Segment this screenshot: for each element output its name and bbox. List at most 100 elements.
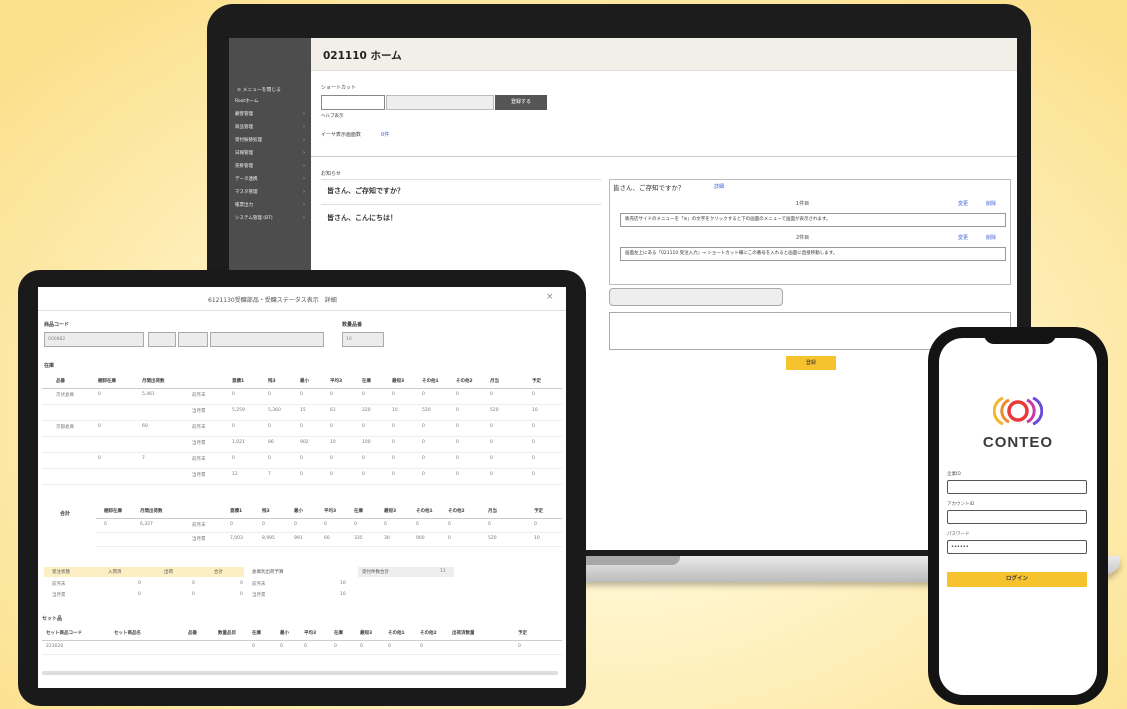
- column-header: 月当: [490, 379, 499, 384]
- table-cell: 0: [280, 644, 283, 649]
- column-header: セット商品コード: [46, 631, 82, 636]
- sidebar-item-root[interactable]: Rootホーム: [235, 98, 259, 104]
- sidebar-item-customers[interactable]: 顧客管理: [235, 111, 253, 117]
- table-cell: 0: [232, 392, 235, 397]
- sidebar-item-reports[interactable]: 帳票出力: [235, 202, 253, 208]
- chevron-icon: ›: [303, 215, 305, 221]
- help-text: ヘルプ表示: [321, 114, 344, 119]
- table-cell: 0: [532, 424, 535, 429]
- column-header: 最小: [280, 631, 289, 636]
- table-cell: 60: [324, 536, 330, 541]
- message-detail-panel: 皆さん、ご存知ですか？ 詳細 1件目 変更 削除 販売店サイドのメニューを「≡」…: [609, 179, 1011, 285]
- login-button[interactable]: ログイン: [947, 572, 1087, 587]
- detail-link[interactable]: 詳細: [714, 183, 724, 190]
- table-cell: 0: [362, 424, 365, 429]
- table-cell: 0: [388, 644, 391, 649]
- table-cell: 京都倉庫: [56, 425, 74, 430]
- menu-toggle[interactable]: ≡ メニューを閉じる: [237, 86, 281, 93]
- set-table: セット商品コード セット商品名 品番 数量品目 在庫 最小 平均3 在庫 最短3 その他1 その他2…: [42, 627, 562, 667]
- delete-link[interactable]: 削除: [986, 234, 996, 241]
- table-cell: 0: [518, 644, 521, 649]
- modal-header: 6121130受醸部品・受醸ステータス表示 詳細 ×: [38, 287, 566, 311]
- shortcut-display: [386, 95, 494, 110]
- account-input[interactable]: [947, 510, 1087, 524]
- table-cell: 0: [422, 440, 425, 445]
- table-cell: 0: [416, 522, 419, 527]
- column-header: その他1: [388, 631, 405, 636]
- stock-table: 品番 棚卸在庫 月間出荷数 直積1 残3 最小 平均3 在庫 最短3 その他1 その他2 月当 予定 京伏…: [42, 375, 562, 495]
- delete-link[interactable]: 削除: [986, 200, 996, 207]
- column-header: 予定: [532, 379, 541, 384]
- sidebar-item-transfer[interactable]: 受付振替処理: [235, 137, 262, 143]
- column-header: 棚卸在庫: [104, 509, 122, 514]
- message-title[interactable]: 皆さん、ご存知ですか？: [327, 186, 404, 196]
- sidebar-item-receivables[interactable]: 売掛管理: [235, 163, 253, 169]
- horizontal-scrollbar[interactable]: [42, 671, 558, 675]
- table-cell: 前月末: [192, 425, 206, 430]
- table-row: 当月累 1,021 86 902 10 100 0 0 0 0 0: [42, 437, 562, 453]
- table-cell: 0: [392, 392, 395, 397]
- column-header: 直積1: [230, 509, 243, 514]
- sidebar-item-data[interactable]: データ連携: [235, 176, 258, 182]
- table-row: 当月累 7,003 8,995 991 60 335 30 900 0 520 10: [96, 533, 562, 547]
- table-cell: 0: [294, 522, 297, 527]
- qty-field: 10: [342, 332, 384, 347]
- table-cell: 0: [422, 392, 425, 397]
- column-header: 数量品目: [218, 631, 236, 636]
- column-header: 棚卸在庫: [98, 379, 116, 384]
- column-header: その他2: [420, 631, 437, 636]
- column-header: 最小: [294, 509, 303, 514]
- phone-notch: [984, 332, 1056, 344]
- table-cell: 5,360: [268, 408, 281, 413]
- modal-title: 6121130受醸部品・受醸ステータス表示 詳細: [208, 297, 337, 304]
- sidebar-item-master[interactable]: マスタ管理: [235, 189, 258, 195]
- table-cell: 6,327: [140, 522, 153, 527]
- message-title[interactable]: 皆さん、こんにちは！: [327, 213, 397, 223]
- column-header: 在庫: [252, 631, 261, 636]
- orders-header: 合計: [214, 570, 223, 575]
- table-cell: 当月累: [192, 473, 206, 478]
- register-button[interactable]: 登録する: [495, 95, 547, 110]
- message-text: 販売店サイドのメニューを「≡」の文字をクリックすると下の画面のメニューで画面が表…: [620, 213, 1006, 227]
- budget-cell: 10: [340, 581, 346, 586]
- column-header: 平均3: [324, 509, 337, 514]
- item-label: 2件目: [796, 235, 810, 241]
- table-cell: 0: [490, 392, 493, 397]
- table-cell: 7,003: [230, 536, 243, 541]
- company-input[interactable]: [947, 480, 1087, 494]
- orders-header: 出荷: [164, 570, 173, 575]
- column-header: 予定: [518, 631, 527, 636]
- app-header: 021110 ホーム: [311, 38, 1017, 71]
- chevron-icon: ›: [303, 111, 305, 117]
- edit-link[interactable]: 変更: [958, 200, 968, 207]
- table-cell: 0: [268, 392, 271, 397]
- table-row: 0 7 前月末 0 0 0 0 0 0 0 0 0 0: [42, 453, 562, 469]
- total-label: 合計: [60, 511, 71, 517]
- column-header: 最短3: [384, 509, 397, 514]
- submit-button[interactable]: 登録: [786, 356, 836, 370]
- subject-input[interactable]: [609, 288, 783, 306]
- table-cell: 520: [422, 408, 431, 413]
- edit-link[interactable]: 変更: [958, 234, 968, 241]
- table-cell: 0: [104, 522, 107, 527]
- table-cell: 0: [448, 522, 451, 527]
- table-cell: 8,995: [262, 536, 275, 541]
- table-cell: 0: [98, 456, 101, 461]
- table-cell: 10: [534, 536, 540, 541]
- display-count-value[interactable]: 0件: [381, 131, 389, 138]
- total-count-value: 11: [440, 569, 446, 574]
- column-header: その他1: [416, 509, 433, 514]
- table-cell: 0: [232, 456, 235, 461]
- table-cell: 0: [490, 424, 493, 429]
- close-icon[interactable]: ×: [546, 292, 554, 302]
- chevron-icon: ›: [303, 202, 305, 208]
- shortcut-input[interactable]: [321, 95, 385, 110]
- table-cell: 0: [456, 472, 459, 477]
- table-cell: 0: [330, 456, 333, 461]
- sidebar-item-daily[interactable]: 日報管理: [235, 150, 253, 156]
- chevron-icon: ›: [303, 137, 305, 143]
- column-header: 在庫: [354, 509, 363, 514]
- password-input[interactable]: ••••••: [947, 540, 1087, 554]
- sidebar-item-system[interactable]: システム管理 (BT): [235, 215, 273, 221]
- sidebar-item-products[interactable]: 商品管理: [235, 124, 253, 130]
